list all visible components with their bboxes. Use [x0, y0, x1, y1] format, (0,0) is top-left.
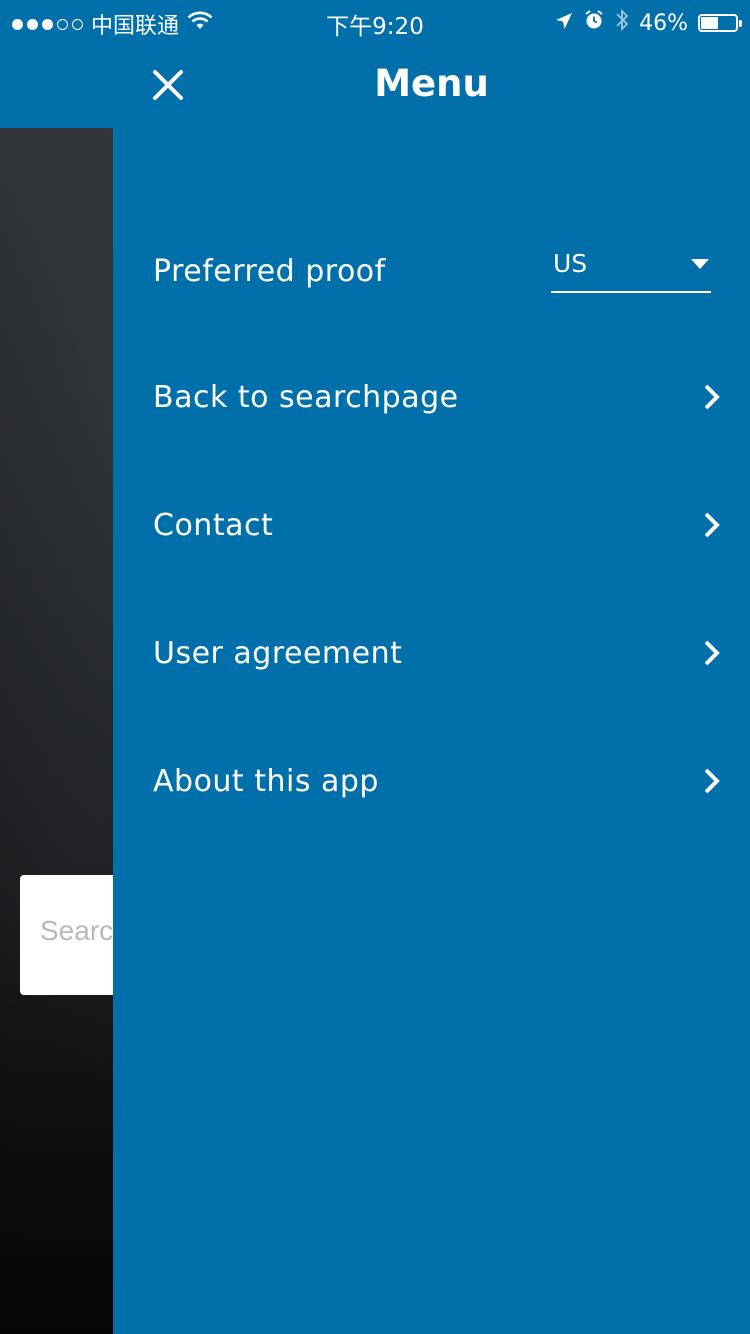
menu-item-back-to-searchpage[interactable]: Back to searchpage	[153, 367, 723, 427]
menu-item-label: User agreement	[153, 635, 403, 671]
alarm-icon	[583, 9, 605, 37]
status-right: 46%	[555, 8, 742, 38]
preferred-proof-value: US	[553, 249, 588, 278]
menu-item-label: Contact	[153, 507, 274, 543]
battery-icon	[698, 14, 742, 32]
dropdown-caret-icon	[691, 259, 709, 269]
chevron-right-icon	[704, 768, 720, 794]
battery-fill	[701, 17, 718, 29]
preferred-proof-select[interactable]: US	[551, 245, 711, 293]
menu-drawer: Menu Preferred proof US Back to searchpa…	[113, 0, 750, 1334]
chevron-right-icon	[704, 640, 720, 666]
menu-item-contact[interactable]: Contact	[153, 495, 723, 555]
bluetooth-icon	[615, 8, 629, 38]
chevron-right-icon	[704, 384, 720, 410]
chevron-right-icon	[704, 512, 720, 538]
menu-item-user-agreement[interactable]: User agreement	[153, 623, 723, 683]
menu-item-label: Back to searchpage	[153, 379, 459, 415]
menu-title: Menu	[374, 62, 489, 105]
background-search-placeholder: Searc	[40, 915, 114, 946]
menu-item-label: About this app	[153, 763, 379, 799]
battery-percent: 46%	[639, 10, 688, 36]
menu-item-about-this-app[interactable]: About this app	[153, 751, 723, 811]
location-arrow-icon	[555, 11, 573, 36]
preferred-proof-label: Preferred proof	[153, 253, 386, 289]
status-bar: 中国联通 下午9:20 46%	[0, 0, 750, 40]
